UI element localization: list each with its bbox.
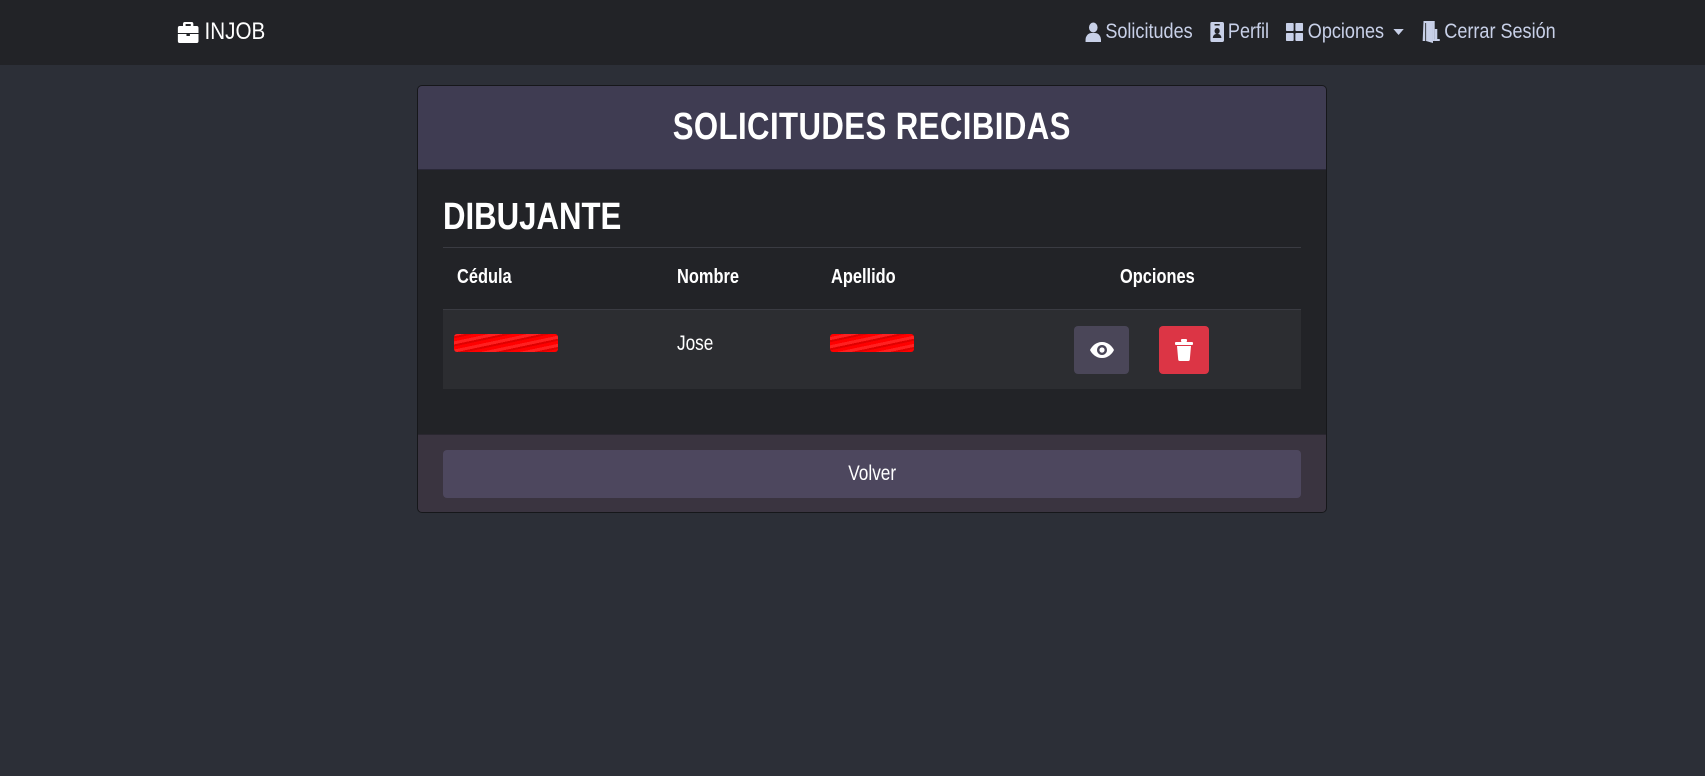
chevron-down-icon bbox=[1393, 29, 1405, 35]
navbar: INJOB Solicitudes Perfil Opciones Cerrar… bbox=[0, 0, 1705, 65]
section-divider bbox=[443, 247, 1301, 248]
view-button[interactable] bbox=[1074, 326, 1129, 374]
card-footer: Volver bbox=[418, 434, 1326, 512]
nav-opciones-dropdown[interactable]: Opciones bbox=[1286, 20, 1405, 44]
eye-icon bbox=[1089, 342, 1114, 358]
nav-links: Solicitudes Perfil Opciones Cerrar Sesió… bbox=[1085, 16, 1556, 48]
door-exit-icon bbox=[1423, 21, 1441, 43]
requests-card: SOLICITUDES RECIBIDAS DIBUJANTE Cédula N… bbox=[417, 85, 1327, 513]
column-header-apellido: Apellido bbox=[831, 266, 896, 288]
delete-button[interactable] bbox=[1159, 326, 1209, 374]
nav-solicitudes-label: Solicitudes bbox=[1105, 20, 1193, 43]
grid-icon bbox=[1286, 23, 1304, 41]
column-header-cedula: Cédula bbox=[457, 266, 512, 288]
nav-solicitudes[interactable]: Solicitudes bbox=[1085, 20, 1193, 44]
back-button-label: Volver bbox=[848, 462, 896, 485]
redacted-cedula bbox=[454, 334, 558, 352]
redacted-apellido bbox=[830, 334, 914, 352]
page-title: SOLICITUDES RECIBIDAS bbox=[672, 106, 1072, 148]
nav-cerrar-sesion-label: Cerrar Sesión bbox=[1444, 20, 1556, 43]
column-header-nombre: Nombre bbox=[677, 266, 739, 288]
table-row: Jose bbox=[443, 309, 1301, 389]
cell-nombre: Jose bbox=[677, 332, 714, 355]
brand-label: INJOB bbox=[204, 18, 266, 45]
column-header-opciones: Opciones bbox=[1120, 266, 1195, 288]
nav-cerrar-sesion[interactable]: Cerrar Sesión bbox=[1421, 20, 1556, 44]
id-badge-icon bbox=[1210, 22, 1224, 42]
trash-icon bbox=[1175, 339, 1193, 361]
back-button[interactable]: Volver bbox=[443, 450, 1301, 498]
briefcase-icon bbox=[177, 22, 199, 43]
brand-link[interactable]: INJOB bbox=[177, 16, 265, 48]
nav-opciones-label: Opciones bbox=[1308, 20, 1385, 43]
card-header: SOLICITUDES RECIBIDAS bbox=[418, 86, 1326, 170]
section-title: DIBUJANTE bbox=[443, 196, 622, 238]
user-icon bbox=[1085, 22, 1102, 42]
nav-perfil-label: Perfil bbox=[1228, 20, 1270, 43]
nav-perfil[interactable]: Perfil bbox=[1210, 20, 1269, 44]
